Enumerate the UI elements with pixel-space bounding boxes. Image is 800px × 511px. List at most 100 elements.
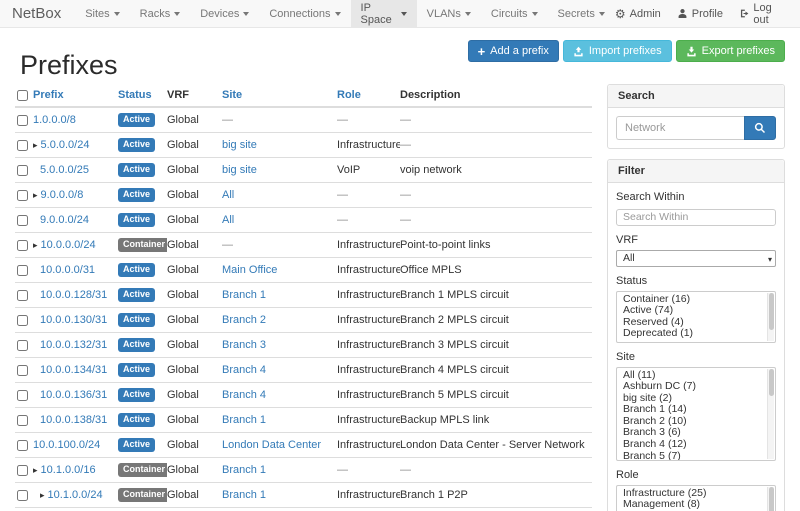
column-sort-link[interactable]: Prefix [33,89,64,101]
prefix-link[interactable]: 9.0.0.0/24 [40,214,89,226]
site-link[interactable]: All [222,214,234,226]
site-link[interactable]: big site [222,164,257,176]
row-checkbox[interactable] [17,265,28,276]
prefix-link[interactable]: 10.1.0.0/16 [41,464,96,476]
brand-link[interactable]: NetBox [12,0,61,27]
prefix-link[interactable]: 5.0.0.0/25 [40,164,89,176]
scrollbar[interactable] [767,369,774,459]
scrollbar-thumb[interactable] [769,487,774,511]
site-cell: Branch 1 [222,408,337,433]
listbox-option[interactable]: Ashburn DC (7) [617,381,775,393]
status-badge: Active [118,338,155,352]
row-checkbox[interactable] [17,165,28,176]
status-label: Status [616,275,776,288]
listbox-option[interactable]: Deprecated (1) [617,328,775,340]
prefix-link[interactable]: 10.0.0.134/31 [40,364,107,376]
nav-item-racks[interactable]: Racks [130,0,191,27]
site-link[interactable]: Branch 4 [222,389,266,401]
nav-item-sites[interactable]: Sites [75,0,129,27]
export-prefixes-button[interactable]: Export prefixes [676,40,785,62]
column-header-role[interactable]: Role [337,84,400,107]
prefix-link[interactable]: 10.0.0.138/31 [40,414,107,426]
prefix-link[interactable]: 9.0.0.0/8 [41,189,84,201]
scrollbar[interactable] [767,487,774,511]
row-checkbox[interactable] [17,365,28,376]
profile-link[interactable]: Profile [677,8,723,20]
nav-item-vlans[interactable]: VLANs [417,0,481,27]
row-checkbox[interactable] [17,290,28,301]
row-checkbox[interactable] [17,315,28,326]
column-header-prefix[interactable]: Prefix [33,84,118,107]
site-link[interactable]: Branch 4 [222,364,266,376]
site-cell: London Data Center [222,433,337,458]
column-header-site[interactable]: Site [222,84,337,107]
listbox-option[interactable]: Management (8) [617,499,775,511]
role-cell: Infrastructure [337,483,400,508]
import-prefixes-button[interactable]: Import prefixes [563,40,672,62]
scrollbar-thumb[interactable] [769,293,774,330]
listbox-option[interactable]: Active (74) [617,305,775,317]
row-checkbox[interactable] [17,190,28,201]
site-link[interactable]: big site [222,139,257,151]
role-cell: Infrastructure [337,433,400,458]
row-checkbox[interactable] [17,115,28,126]
prefix-link[interactable]: 5.0.0.0/24 [41,139,90,151]
search-input[interactable] [616,116,744,140]
row-checkbox[interactable] [17,440,28,451]
nav-item-devices[interactable]: Devices [190,0,259,27]
prefix-link[interactable]: 10.1.0.0/24 [48,489,103,501]
table-row: ▸9.0.0.0/8ActiveGlobalAll—— [15,183,592,208]
nav-item-connections[interactable]: Connections [259,0,350,27]
listbox-option[interactable]: Branch 5 (7) [617,451,775,461]
site-link[interactable]: Branch 1 [222,489,266,501]
site-listbox[interactable]: All (11)Ashburn DC (7)big site (2)Branch… [616,367,776,461]
row-checkbox[interactable] [17,215,28,226]
column-sort-link[interactable]: Role [337,89,361,101]
prefix-link[interactable]: 10.0.0.0/31 [40,264,95,276]
column-sort-link[interactable]: Status [118,89,152,101]
vrf-select[interactable]: All ▾ [616,250,776,267]
empty-marker: — [400,189,411,201]
description-cell: — [400,208,592,233]
site-link[interactable]: All [222,189,234,201]
prefix-link[interactable]: 10.0.0.0/24 [41,239,96,251]
site-link[interactable]: Branch 2 [222,314,266,326]
scrollbar-thumb[interactable] [769,369,774,396]
indent-spacer [33,422,40,423]
column-sort-link[interactable]: Site [222,89,242,101]
row-checkbox[interactable] [17,340,28,351]
row-checkbox[interactable] [17,415,28,426]
log-out-link[interactable]: Log out [739,2,788,26]
role-listbox[interactable]: Infrastructure (25)Management (8)Private… [616,485,776,511]
column-header-status[interactable]: Status [118,84,167,107]
site-link[interactable]: Branch 3 [222,339,266,351]
add-a-prefix-button[interactable]: +Add a prefix [468,40,559,62]
status-listbox[interactable]: Container (16)Active (74)Reserved (4)Dep… [616,291,776,343]
prefix-link[interactable]: 10.0.100.0/24 [33,439,100,451]
select-all-checkbox[interactable] [17,90,28,101]
nav-item-circuits[interactable]: Circuits [481,0,548,27]
row-checkbox[interactable] [17,465,28,476]
listbox-option[interactable]: Branch 4 (12) [617,439,775,451]
search-within-input[interactable] [616,209,776,226]
prefix-link[interactable]: 1.0.0.0/8 [33,114,76,126]
row-checkbox[interactable] [17,240,28,251]
prefix-link[interactable]: 10.0.0.130/31 [40,314,107,326]
row-checkbox[interactable] [17,490,28,501]
row-checkbox[interactable] [17,390,28,401]
site-link[interactable]: Branch 1 [222,414,266,426]
site-link[interactable]: London Data Center [222,439,321,451]
site-link[interactable]: Branch 1 [222,289,266,301]
site-link[interactable]: Main Office [222,264,277,276]
row-checkbox[interactable] [17,140,28,151]
prefix-link[interactable]: 10.0.0.136/31 [40,389,107,401]
site-cell: Branch 4 [222,383,337,408]
prefix-link[interactable]: 10.0.0.132/31 [40,339,107,351]
nav-item-secrets[interactable]: Secrets [548,0,615,27]
nav-item-ip-space[interactable]: IP Space [351,0,417,27]
site-link[interactable]: Branch 1 [222,464,266,476]
admin-link[interactable]: ⚙Admin [615,8,661,20]
scrollbar[interactable] [767,293,774,341]
search-button[interactable] [744,116,776,140]
prefix-link[interactable]: 10.0.0.128/31 [40,289,107,301]
